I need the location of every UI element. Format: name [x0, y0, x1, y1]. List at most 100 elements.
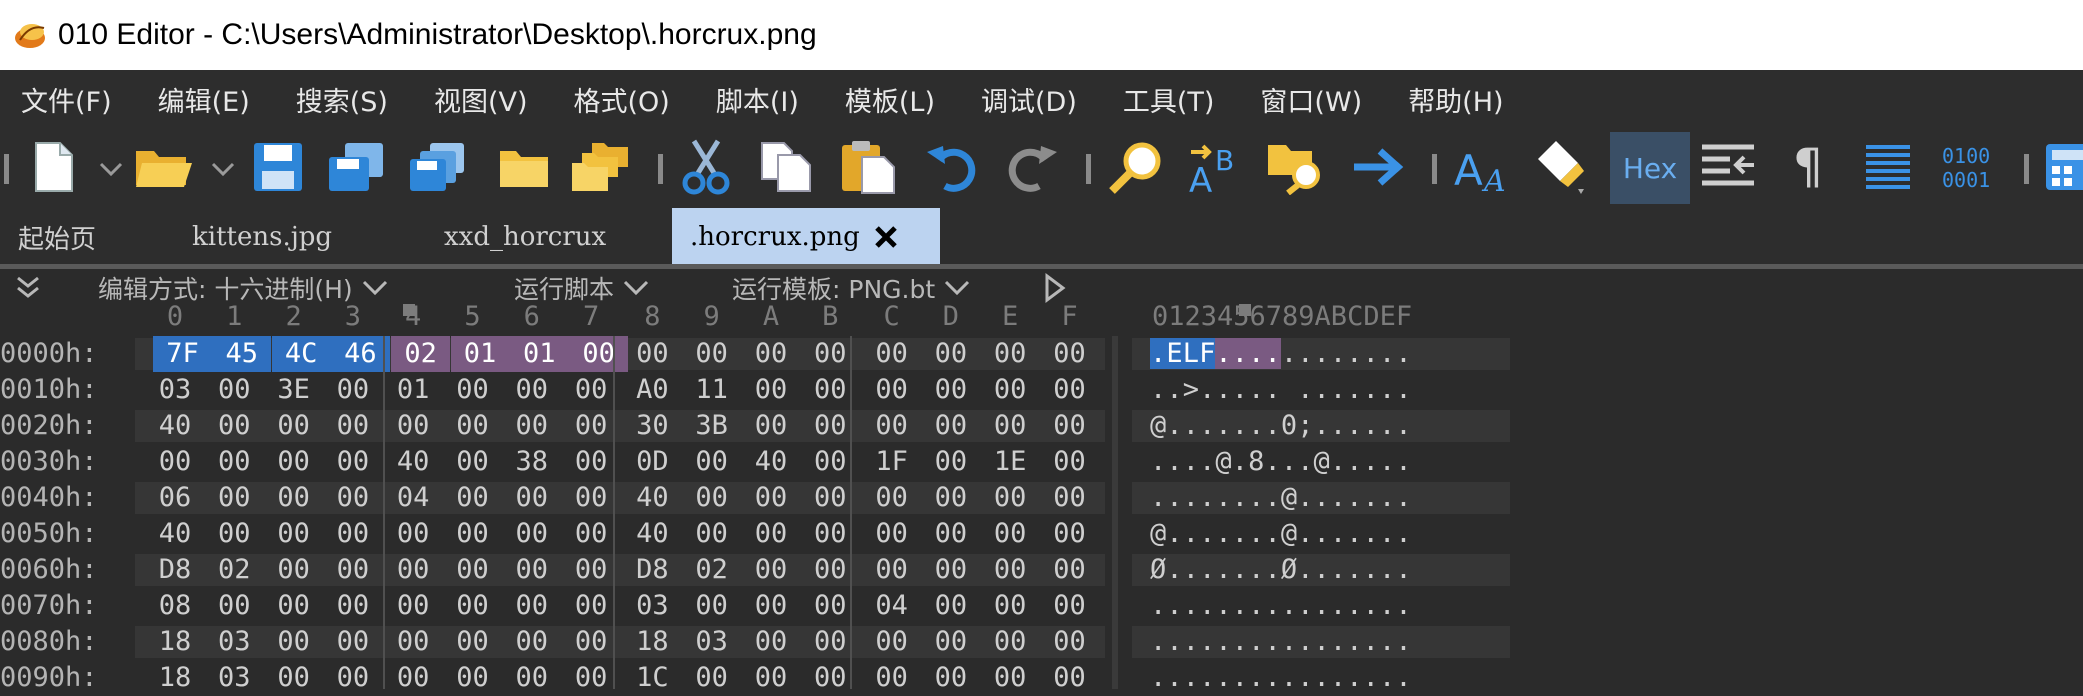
hex-byte[interactable]: 00 — [569, 480, 613, 516]
hex-byte[interactable]: 1F — [870, 444, 914, 480]
pilcrow-icon[interactable]: ¶ — [1778, 136, 1838, 198]
hex-byte[interactable]: 00 — [510, 660, 554, 696]
hex-byte[interactable]: 00 — [749, 516, 793, 552]
hex-byte[interactable]: 00 — [272, 444, 316, 480]
hex-byte[interactable]: 00 — [212, 588, 256, 624]
save-icon[interactable] — [248, 136, 308, 198]
tab-kittens[interactable]: kittens.jpg — [192, 208, 332, 266]
open-folder-icon[interactable] — [134, 136, 194, 198]
hex-byte[interactable]: 00 — [569, 336, 629, 372]
hex-byte[interactable]: 00 — [569, 660, 613, 696]
hex-byte[interactable]: 00 — [569, 444, 613, 480]
hex-byte[interactable]: 00 — [690, 444, 734, 480]
hex-byte[interactable]: 06 — [153, 480, 197, 516]
hex-byte[interactable]: 02 — [690, 552, 734, 588]
hex-byte[interactable]: 00 — [929, 480, 973, 516]
hex-byte[interactable]: 00 — [391, 552, 435, 588]
ascii-text[interactable]: Ø.......Ø....... — [1150, 552, 1412, 588]
hex-byte[interactable]: 00 — [1048, 588, 1092, 624]
hex-byte[interactable]: 11 — [690, 372, 734, 408]
hex-byte[interactable]: 00 — [808, 444, 852, 480]
hex-byte[interactable]: 00 — [749, 408, 793, 444]
ascii-text[interactable]: @.......@....... — [1150, 516, 1412, 552]
hex-byte[interactable]: 18 — [153, 624, 197, 660]
menu-view[interactable]: 视图(V) — [413, 80, 553, 119]
hex-byte[interactable]: 00 — [988, 480, 1032, 516]
hex-byte[interactable]: 00 — [988, 372, 1032, 408]
hex-byte[interactable]: 00 — [690, 516, 734, 552]
replace-icon[interactable]: AB — [1186, 136, 1246, 198]
hex-byte[interactable]: 00 — [1048, 444, 1092, 480]
hex-byte[interactable]: 30 — [630, 408, 674, 444]
hex-byte[interactable]: 00 — [451, 480, 495, 516]
hex-byte[interactable]: 00 — [451, 516, 495, 552]
hex-byte[interactable]: 00 — [272, 408, 316, 444]
hex-byte[interactable]: 45 — [212, 336, 272, 372]
paste-icon[interactable] — [838, 136, 898, 198]
hex-byte[interactable]: 00 — [808, 408, 852, 444]
hex-byte[interactable]: D8 — [630, 552, 674, 588]
hex-byte[interactable]: 40 — [153, 516, 197, 552]
hex-byte[interactable]: 00 — [749, 588, 793, 624]
hex-byte[interactable]: 00 — [510, 480, 554, 516]
hex-byte[interactable]: 00 — [749, 552, 793, 588]
menu-search[interactable]: 搜索(S) — [275, 80, 413, 119]
cut-icon[interactable] — [676, 136, 736, 198]
tab-horcrux-png[interactable]: .horcrux.png — [672, 208, 940, 266]
menu-format[interactable]: 格式(O) — [553, 80, 695, 119]
find-icon[interactable] — [1106, 136, 1166, 198]
hex-byte[interactable]: 40 — [749, 444, 793, 480]
hex-byte[interactable]: 01 — [391, 372, 435, 408]
hex-byte[interactable]: 00 — [988, 660, 1032, 696]
hex-byte[interactable]: 40 — [630, 480, 674, 516]
hex-byte[interactable]: 00 — [510, 552, 554, 588]
hex-byte[interactable]: 00 — [391, 660, 435, 696]
hex-byte[interactable]: 00 — [870, 552, 914, 588]
hex-byte[interactable]: 00 — [331, 372, 375, 408]
tab-xxd-horcrux[interactable]: xxd_horcrux — [444, 208, 606, 266]
chevron-down-icon[interactable] — [98, 158, 124, 180]
hex-byte[interactable]: 40 — [630, 516, 674, 552]
hex-byte[interactable]: 00 — [690, 480, 734, 516]
hex-byte[interactable]: 00 — [1048, 624, 1092, 660]
hex-byte[interactable]: 00 — [1048, 516, 1092, 552]
font-icon[interactable]: AA — [1450, 136, 1510, 198]
hex-byte[interactable]: 00 — [212, 480, 256, 516]
hex-byte[interactable]: D8 — [153, 552, 197, 588]
hex-byte[interactable]: 00 — [451, 624, 495, 660]
hex-byte[interactable]: 18 — [630, 624, 674, 660]
hex-byte[interactable]: 00 — [870, 372, 914, 408]
compare-icon[interactable] — [1698, 136, 1758, 198]
hex-byte[interactable]: 03 — [630, 588, 674, 624]
hex-byte[interactable]: 00 — [331, 552, 375, 588]
hex-byte[interactable]: 1E — [988, 444, 1032, 480]
hex-byte[interactable]: 00 — [331, 444, 375, 480]
hex-byte[interactable]: 03 — [153, 372, 197, 408]
hex-byte[interactable]: 00 — [331, 516, 375, 552]
hex-byte[interactable]: 00 — [929, 372, 973, 408]
hex-byte[interactable]: 00 — [451, 408, 495, 444]
hex-byte[interactable]: 00 — [153, 444, 197, 480]
hex-byte[interactable]: 00 — [510, 408, 554, 444]
ascii-text[interactable]: ........@....... — [1150, 480, 1412, 516]
hex-byte[interactable]: 00 — [272, 516, 316, 552]
hex-byte[interactable]: 00 — [272, 588, 316, 624]
menu-scripts[interactable]: 脚本(I) — [695, 80, 824, 119]
hex-byte[interactable]: 00 — [331, 588, 375, 624]
menu-edit[interactable]: 编辑(E) — [137, 80, 275, 119]
close-icon[interactable] — [874, 225, 898, 249]
hex-byte[interactable]: 00 — [331, 480, 375, 516]
hex-byte[interactable]: 00 — [808, 480, 852, 516]
folder-icon[interactable] — [494, 136, 554, 198]
hex-byte[interactable]: 00 — [690, 588, 734, 624]
hex-byte[interactable]: 04 — [870, 588, 914, 624]
hex-byte[interactable]: 0D — [630, 444, 674, 480]
hex-byte[interactable]: 40 — [391, 444, 435, 480]
hex-byte[interactable]: 00 — [808, 336, 852, 372]
ascii-text[interactable]: ....@.8...@..... — [1150, 444, 1412, 480]
hex-byte[interactable]: 00 — [929, 408, 973, 444]
hex-byte[interactable]: 00 — [569, 408, 613, 444]
menu-debug[interactable]: 调试(D) — [960, 80, 1102, 119]
hex-byte[interactable]: 00 — [929, 444, 973, 480]
hex-byte[interactable]: 00 — [1048, 552, 1092, 588]
